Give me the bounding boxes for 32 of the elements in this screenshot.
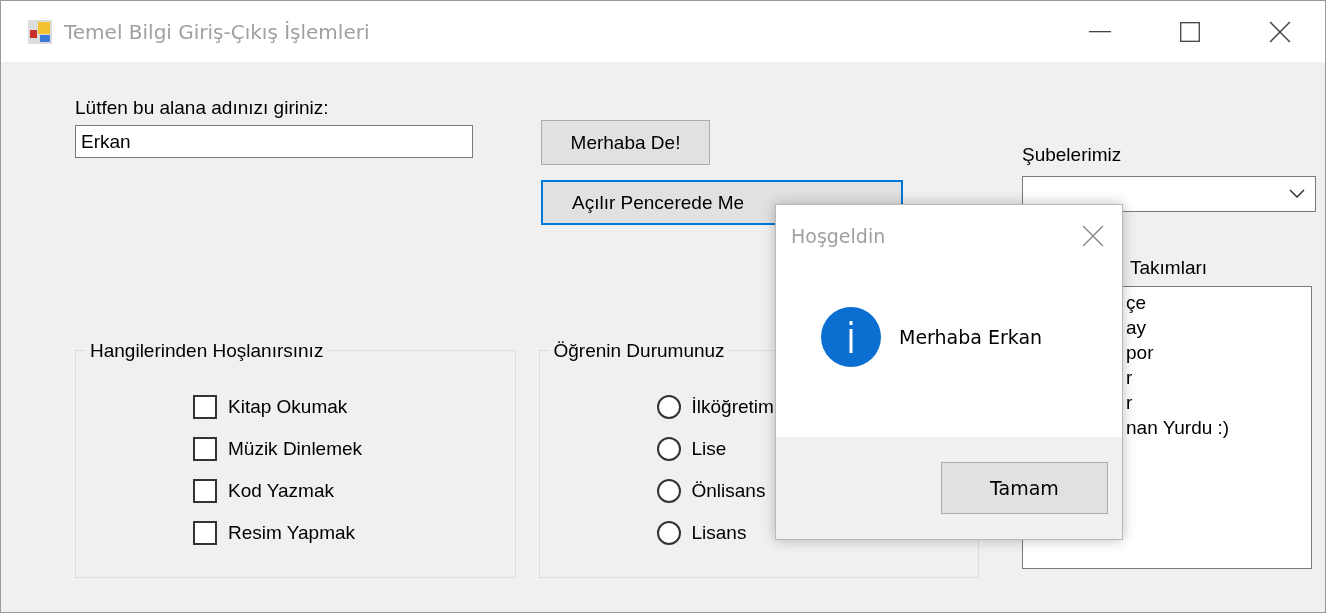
minimize-icon <box>1089 30 1111 33</box>
maximize-icon <box>1180 21 1200 42</box>
education-radio[interactable]: Önlisans <box>656 479 766 503</box>
hobby-checkbox[interactable]: Resim Yapmak <box>193 521 356 545</box>
hobby-checkbox[interactable]: Kitap Okumak <box>193 395 348 419</box>
team-list-item[interactable]: r <box>1126 365 1311 390</box>
team-list-item[interactable]: r <box>1126 390 1311 415</box>
hobby-checkbox[interactable]: Müzik Dinlemek <box>193 437 363 461</box>
branches-label: Şubelerimiz <box>1022 144 1123 165</box>
education-radio[interactable]: İlköğretim <box>656 395 774 419</box>
dialog-message: Merhaba Erkan <box>899 326 1043 348</box>
name-field[interactable]: Erkan <box>75 125 473 158</box>
team-list-item[interactable]: por <box>1126 340 1311 365</box>
group-title: Öğrenin Durumunuz <box>549 340 729 361</box>
greet-button[interactable]: Merhaba De! <box>541 120 710 165</box>
education-radio[interactable]: Lise <box>656 437 727 461</box>
teams-label: Takımları <box>1129 257 1209 278</box>
hobby-checkbox[interactable]: Kod Yazmak <box>193 479 334 503</box>
chevron-down-icon <box>1289 189 1305 199</box>
window-title: Temel Bilgi Giriş-Çıkış İşlemleri <box>64 19 371 44</box>
close-icon[interactable] <box>1082 225 1104 247</box>
ok-button[interactable]: Tamam <box>941 462 1108 514</box>
app-icon <box>28 19 52 44</box>
info-icon <box>821 307 881 367</box>
team-list-item[interactable]: nan Yurdu :) <box>1126 415 1311 440</box>
team-list-item[interactable]: çe <box>1126 290 1311 315</box>
dialog-title: Hoşgeldin <box>791 225 886 247</box>
name-label: Lütfen bu alana adınızı giriniz: <box>75 97 330 118</box>
team-list-item[interactable]: ay <box>1126 315 1311 340</box>
branches-dropdown[interactable] <box>1022 176 1316 212</box>
close-icon <box>1269 20 1291 43</box>
education-radio[interactable]: Lisans <box>656 521 747 545</box>
